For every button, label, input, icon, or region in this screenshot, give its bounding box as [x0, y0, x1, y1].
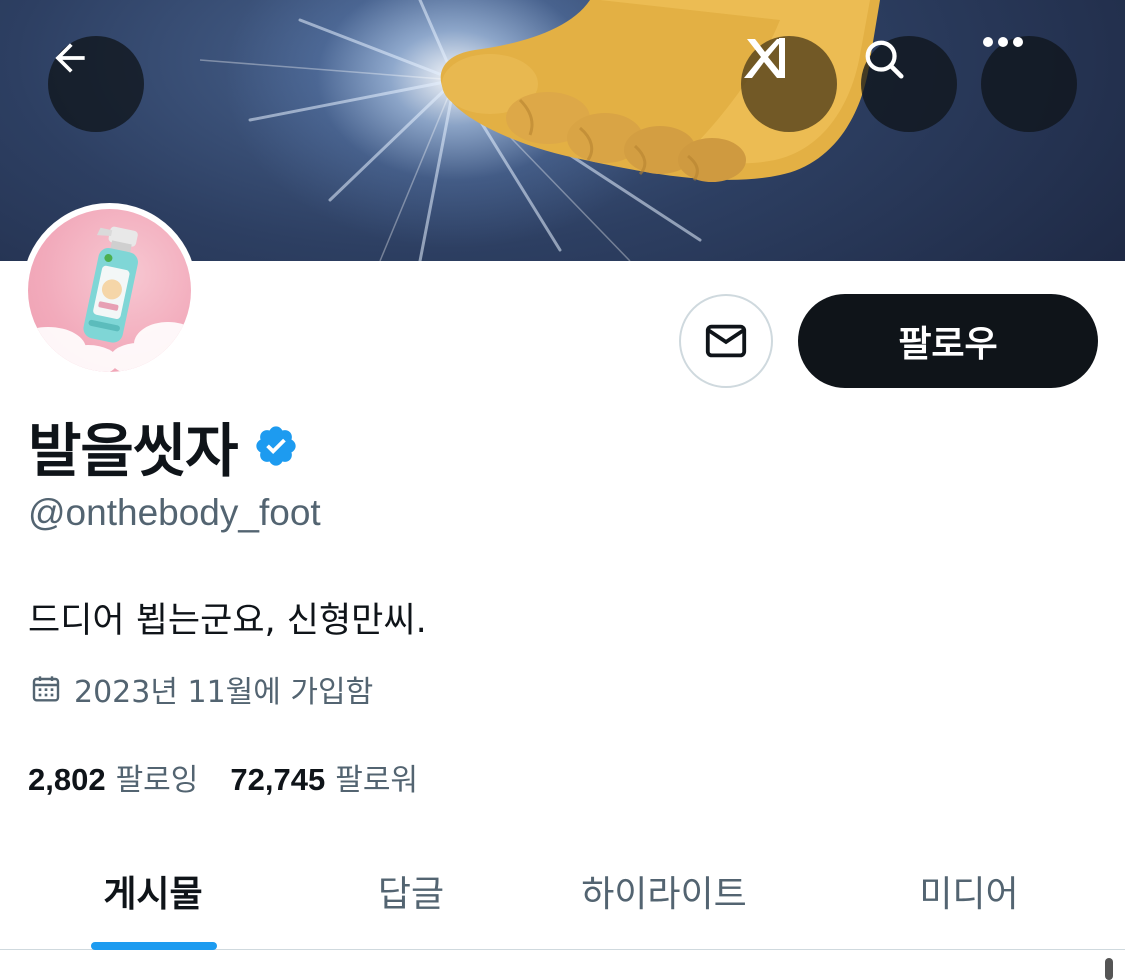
tab-label-replies: 답글 [377, 873, 445, 915]
message-button[interactable] [679, 294, 773, 388]
spray-bottle-image [28, 226, 191, 372]
more-horizontal-icon [983, 37, 1023, 47]
profile-tabs: 게시물 답글 하이라이트 미디어 [0, 832, 1125, 950]
tab-highlights[interactable]: 하이라이트 [548, 832, 780, 949]
follow-stats: 2,802 팔로잉 72,745 팔로워 [28, 756, 418, 798]
grok-logo-icon [744, 38, 785, 78]
following-count: 2,802 [28, 762, 106, 797]
join-date-row: 2023년 11월에 가입함 [30, 668, 373, 710]
grok-button[interactable] [741, 36, 837, 132]
followers-link[interactable]: 72,745 팔로워 [230, 755, 418, 799]
tab-label-highlights: 하이라이트 [581, 873, 747, 915]
avatar-image [28, 209, 191, 372]
profile-avatar[interactable] [22, 203, 197, 378]
tab-media[interactable]: 미디어 [876, 832, 1062, 949]
search-icon [865, 40, 904, 79]
active-tab-indicator [91, 942, 217, 950]
arrow-left-icon [55, 43, 85, 73]
display-name-row: 발을씻자 [28, 408, 299, 485]
user-handle: @onthebody_foot [28, 492, 321, 533]
following-label: 팔로잉 [115, 763, 199, 798]
verified-badge-icon[interactable] [253, 423, 299, 469]
followers-label: 팔로워 [335, 763, 419, 798]
profile-bio: 드디어 뵙는군요, 신형만씨. [28, 601, 427, 641]
tab-label-media: 미디어 [919, 873, 1019, 915]
following-link[interactable]: 2,802 팔로잉 [28, 755, 198, 799]
tab-replies[interactable]: 답글 [318, 832, 504, 949]
followers-count: 72,745 [230, 762, 326, 797]
display-name: 발을씻자 [28, 417, 238, 485]
search-button[interactable] [861, 36, 957, 132]
scrollbar-thumb[interactable] [1105, 958, 1113, 980]
more-options-button[interactable] [981, 36, 1077, 132]
envelope-icon [705, 324, 747, 358]
follow-button[interactable]: 팔로우 [798, 294, 1098, 388]
back-button[interactable] [48, 36, 144, 132]
tab-posts[interactable]: 게시물 [60, 832, 246, 950]
tab-label-posts: 게시물 [103, 873, 203, 915]
calendar-icon [32, 676, 60, 702]
join-date: 2023년 11월에 가입함 [74, 675, 374, 710]
